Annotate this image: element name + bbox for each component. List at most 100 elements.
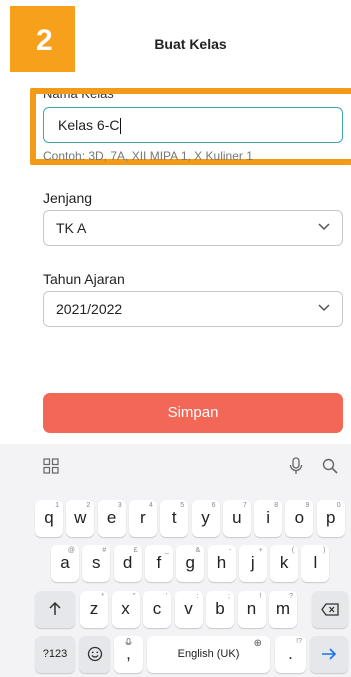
key-label: u — [232, 508, 242, 527]
period-key[interactable]: . !? — [275, 636, 306, 673]
key-n[interactable]: n! — [237, 591, 266, 628]
key-label: s — [92, 553, 101, 572]
key-b[interactable]: b; — [206, 591, 234, 628]
key-hint: 7 — [242, 502, 247, 509]
shift-key[interactable] — [35, 591, 75, 628]
key-label: p — [325, 508, 336, 527]
chevron-down-icon — [318, 223, 330, 231]
key-label: v — [184, 599, 193, 618]
key-label: m — [275, 599, 291, 618]
key-hint: @ — [67, 547, 75, 554]
class-name-input[interactable]: Kelas 6-C — [43, 107, 343, 143]
key-label: b — [215, 599, 225, 618]
key-label: i — [266, 508, 270, 527]
key-z[interactable]: z * — [80, 591, 108, 628]
key-label: a — [60, 553, 70, 572]
key-label: n — [246, 599, 257, 618]
year-value: 2021/2022 — [56, 301, 123, 317]
key-label: h — [216, 553, 227, 572]
year-select[interactable]: 2021/2022 — [43, 291, 343, 327]
backspace-icon — [321, 603, 339, 616]
key-r[interactable]: r4 — [128, 500, 157, 537]
key-y[interactable]: y6 — [191, 500, 220, 537]
key-q[interactable]: q1 — [35, 500, 63, 537]
class-name-hint: Contoh: 3D, 7A, XII MIPA 1, X Kuliner 1 — [43, 149, 253, 163]
key-hint: * — [101, 593, 104, 600]
globe-icon: ⊕ — [253, 638, 262, 649]
space-key[interactable]: English (UK) ⊕ — [147, 636, 270, 673]
comma-key[interactable]: , — [114, 636, 143, 673]
key-l[interactable]: l) — [301, 545, 330, 582]
key-o[interactable]: o9 — [285, 500, 314, 537]
key-hint: 1 — [55, 502, 59, 509]
key-label: t — [171, 508, 177, 527]
key-hint: _ — [164, 547, 169, 554]
enter-key[interactable] — [310, 636, 348, 673]
text-caret — [120, 118, 122, 135]
key-label: x — [121, 599, 130, 618]
key-hint: & — [195, 547, 201, 554]
key-hint: 2 — [86, 502, 91, 509]
key-hint: £ — [133, 547, 138, 554]
key-j[interactable]: j + — [238, 545, 267, 582]
key-hint: 6 — [211, 502, 216, 509]
key-hint: 8 — [274, 502, 279, 509]
level-value: TK A — [56, 220, 87, 236]
key-hint: ? — [289, 593, 293, 600]
key-label: g — [185, 553, 195, 572]
microphone-icon[interactable] — [289, 457, 303, 475]
key-hint: 0 — [336, 502, 341, 509]
key-a[interactable]: a @ — [51, 545, 79, 582]
search-icon[interactable] — [322, 458, 338, 474]
key-c[interactable]: c ' — [143, 591, 171, 628]
key-label: c — [152, 599, 162, 618]
save-button[interactable]: Simpan — [43, 393, 343, 433]
space-label: English (UK) — [177, 648, 240, 660]
year-label: Tahun Ajaran — [43, 271, 125, 287]
key-label: z — [89, 599, 99, 618]
key-i[interactable]: i8 — [254, 500, 283, 537]
symbols-key[interactable]: ?123 — [35, 636, 75, 673]
key-label: e — [106, 508, 117, 527]
key-label: j — [250, 553, 255, 572]
chevron-down-icon — [318, 304, 330, 312]
key-hint: : — [196, 593, 199, 600]
key-label: q — [44, 508, 54, 527]
key-hint: 4 — [148, 502, 153, 509]
key-hint: 5 — [180, 502, 185, 509]
key-label: f — [156, 553, 162, 572]
emoji-key[interactable] — [79, 636, 110, 673]
key-d[interactable]: d £ — [113, 545, 142, 582]
key-s[interactable]: s # — [82, 545, 111, 582]
key-p[interactable]: p0 — [316, 500, 345, 537]
key-hint: " — [133, 593, 136, 600]
grid-icon[interactable] — [43, 458, 59, 474]
key-hint: ! — [259, 593, 262, 600]
key-hint: 3 — [117, 502, 122, 509]
mic-hint-icon — [125, 638, 132, 646]
key-v[interactable]: v: — [174, 591, 203, 628]
key-t[interactable]: t5 — [160, 500, 189, 537]
key-m[interactable]: m? — [269, 591, 297, 628]
class-name-value: Kelas 6-C — [58, 117, 120, 133]
key-g[interactable]: g & — [176, 545, 205, 582]
key-hint: ) — [323, 547, 326, 554]
key-e[interactable]: e3 — [97, 500, 126, 537]
arrow-right-icon — [322, 648, 337, 660]
key-f[interactable]: f _ — [144, 545, 173, 582]
key-hint: ' — [165, 593, 167, 600]
key-label: d — [122, 553, 133, 572]
key-u[interactable]: u7 — [222, 500, 251, 537]
level-select[interactable]: TK A — [43, 210, 343, 246]
key-label: o — [294, 508, 305, 527]
key-k[interactable]: k( — [270, 545, 299, 582]
period-hint: !? — [296, 638, 302, 645]
key-x[interactable]: x " — [111, 591, 140, 628]
key-label: l — [313, 553, 318, 572]
key-hint: # — [102, 547, 107, 554]
key-hint: ; — [228, 593, 230, 600]
key-w[interactable]: w2 — [66, 500, 95, 537]
key-label: w — [74, 508, 87, 527]
backspace-key[interactable] — [312, 591, 348, 628]
key-h[interactable]: h- — [207, 545, 236, 582]
